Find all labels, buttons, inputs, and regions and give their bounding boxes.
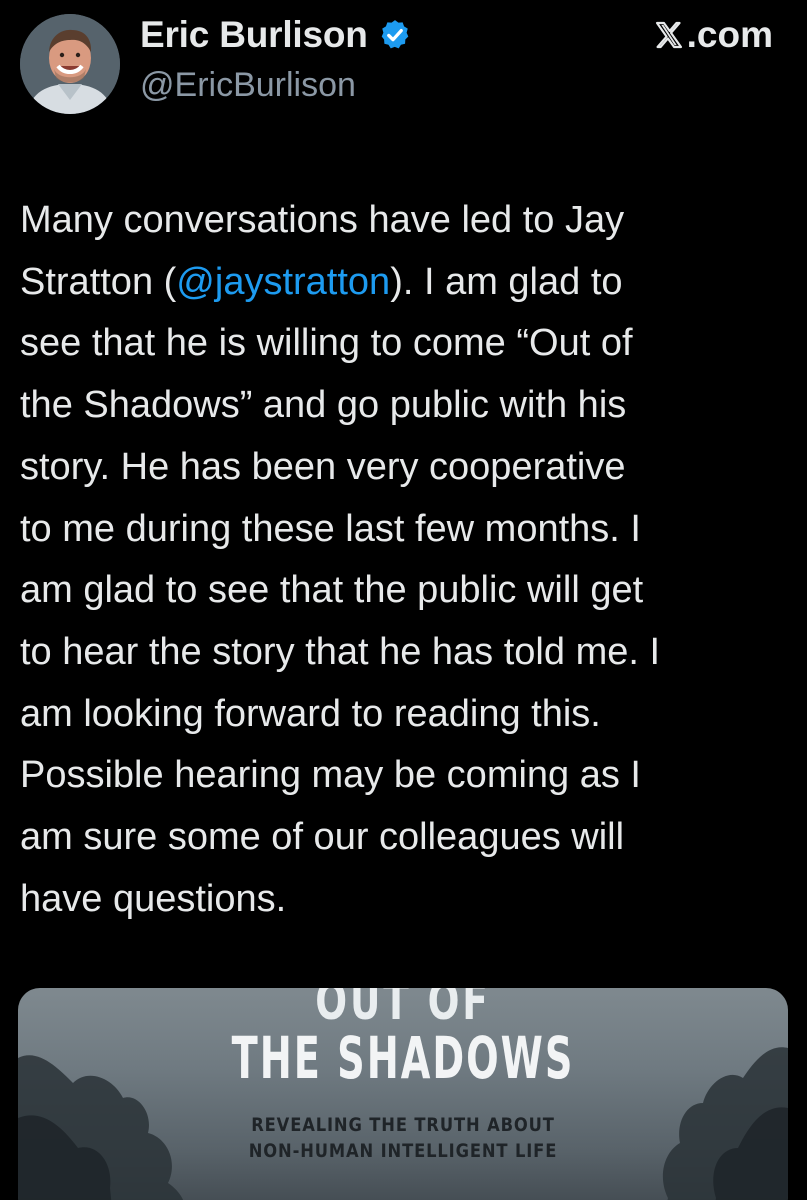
user-handle[interactable]: @EricBurlison [140,66,356,105]
tweet-text-segment: have questions. [20,877,287,920]
tweet-text-line: to me during these last few months. I [20,499,790,561]
tweet-text-line: the Shadows” and go public with his [20,375,790,437]
display-name-row: Eric Burlison [140,12,412,58]
verified-badge-icon [378,18,412,52]
cover-title: THE SHADOWS [231,1024,575,1092]
tweet-text-line: am looking forward to reading this. [20,684,790,746]
tweet-text-line: to hear the story that he has told me. I [20,622,790,684]
tweet-text-segment: the Shadows” and go public with his [20,384,627,427]
display-name[interactable]: Eric Burlison [140,14,368,56]
tweet-text-line: see that he is willing to come “Out of [20,313,790,375]
tweet-text-line: am glad to see that the public will get [20,560,790,622]
avatar-photo [20,14,120,114]
tweet-text-line: Many conversations have led to Jay [20,190,790,252]
tweet-text-segment: Stratton ( [20,260,177,303]
tweet-text-segment: ). I am glad to [390,260,623,303]
tweet-text-line: am sure some of our colleagues will [20,807,790,869]
x-logo-icon [653,19,685,51]
cover-subtitle-line-1: REVEALING THE TRUTH ABOUT [251,1114,555,1136]
tweet-header: Eric Burlison @EricBurlison .com [0,0,807,130]
tweet-text-segment: see that he is willing to come “Out of [20,322,633,365]
tweet-text-segment: to me during these last few months. I [20,507,641,550]
tweet-text-segment: am looking forward to reading this. [20,692,601,735]
tweet-text: Many conversations have led to Jay Stratt… [20,190,790,930]
tweet-text-segment: story. He has been very cooperative [20,445,626,488]
cover-subtitle-line-2: NON-HUMAN INTELLIGENT LIFE [248,1140,558,1162]
tweet-text-segment: to hear the story that he has told me. I [20,630,661,673]
site-label: .com [653,12,773,58]
tweet-text-segment: Many conversations have led to Jay [20,199,625,241]
tweet-text-segment: am glad to see that the public will get [20,569,644,612]
site-domain: .com [686,14,773,55]
tweet-text-line: story. He has been very cooperative [20,437,790,499]
tweet-text-segment: Possible hearing may be coming as I [20,754,641,797]
tweet-text-line: have questions. [20,869,790,931]
tweet-text-line: Stratton (@jaystratton). I am glad to [20,252,790,314]
media-card[interactable]: OUT OF THE SHADOWS REVEALING THE TRUTH A… [18,988,788,1200]
tweet-text-line: Possible hearing may be coming as I [20,745,790,807]
mention-link[interactable]: @jaystratton [176,261,390,303]
avatar[interactable] [20,14,120,114]
tweet-text-segment: am sure some of our colleagues will [20,816,625,859]
